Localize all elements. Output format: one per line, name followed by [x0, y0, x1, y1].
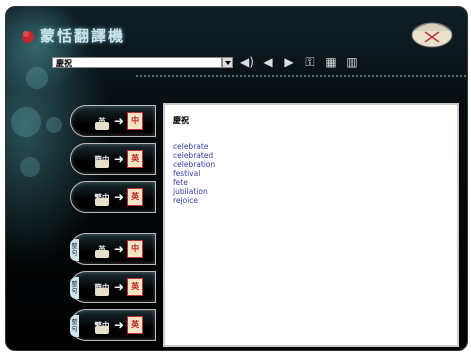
list-item[interactable]: festival	[173, 169, 449, 178]
sentence-tag: 整句	[70, 277, 79, 299]
book-icon	[95, 198, 109, 206]
target-label: 英	[127, 316, 144, 334]
list-item[interactable]: celebration	[173, 160, 449, 169]
book-icon	[95, 160, 109, 168]
list-item[interactable]: celebrated	[173, 151, 449, 160]
sentence-mode-button-sc-en[interactable]: 整句 簡中 ➜ 英	[70, 271, 156, 303]
background-bokeh	[11, 107, 41, 137]
title-bar: 蒙恬翻譯機	[20, 25, 125, 46]
sentence-tag: 整句	[70, 315, 79, 337]
dropdown-button[interactable]	[222, 57, 233, 68]
list-item[interactable]: rejoice	[173, 196, 449, 205]
speaker-icon[interactable]: ◀)	[240, 55, 254, 69]
copy-icon[interactable]: ▥	[345, 55, 359, 69]
target-label: 中	[127, 112, 144, 130]
search-input[interactable]: 慶祝	[52, 57, 222, 68]
emblem-icon	[411, 22, 453, 48]
sentence-mode-button-en-zh[interactable]: 整句 英 ➜ 中	[70, 233, 156, 265]
forward-arrow-icon[interactable]: ▶	[282, 55, 296, 69]
logo-icon	[22, 30, 34, 43]
arrow-icon: ➜	[114, 114, 125, 128]
translator-window: 蒙恬翻譯機 慶祝 ◀) ◀ ▶ ⚿ ▦ ▥ 慶祝 celebrate celeb…	[5, 6, 468, 351]
book-icon	[95, 288, 109, 296]
target-label: 英	[127, 150, 144, 168]
mode-button-en-zh[interactable]: 英 ➜ 中	[70, 105, 156, 137]
list-item[interactable]: fete	[173, 178, 449, 187]
arrow-icon: ➜	[114, 280, 125, 294]
background-bokeh	[46, 117, 62, 133]
sentence-tag: 整句	[70, 239, 79, 261]
arrow-icon: ➜	[114, 242, 125, 256]
back-arrow-icon[interactable]: ◀	[261, 55, 275, 69]
list-item[interactable]: jubilation	[173, 187, 449, 196]
key-icon[interactable]: ⚿	[303, 55, 317, 69]
arrow-icon: ➜	[114, 190, 125, 204]
mode-button-sc-en[interactable]: 簡中 ➜ 英	[70, 143, 156, 175]
results-panel: 慶祝 celebrate celebrated celebration fest…	[163, 103, 459, 347]
decorative-divider	[136, 75, 466, 77]
result-list: celebrate celebrated celebration festiva…	[173, 142, 449, 205]
book-icon	[95, 122, 109, 130]
background-bokeh	[20, 157, 40, 177]
target-label: 英	[127, 188, 144, 206]
mode-button-tc-en[interactable]: 繁中 ➜ 英	[70, 181, 156, 213]
sentence-mode-button-tc-en[interactable]: 整句 繁中 ➜ 英	[70, 309, 156, 341]
target-label: 英	[127, 278, 144, 296]
list-item[interactable]: celebrate	[173, 142, 449, 151]
arrow-icon: ➜	[114, 318, 125, 332]
toolbar: ◀) ◀ ▶ ⚿ ▦ ▥	[240, 55, 359, 69]
app-title: 蒙恬翻譯機	[40, 27, 126, 45]
delete-icon[interactable]: ▦	[324, 55, 338, 69]
background-bokeh	[26, 67, 48, 89]
arrow-icon: ➜	[114, 152, 125, 166]
book-icon	[95, 250, 109, 258]
results-heading: 慶祝	[173, 116, 189, 125]
target-label: 中	[127, 240, 144, 258]
book-icon	[95, 326, 109, 334]
